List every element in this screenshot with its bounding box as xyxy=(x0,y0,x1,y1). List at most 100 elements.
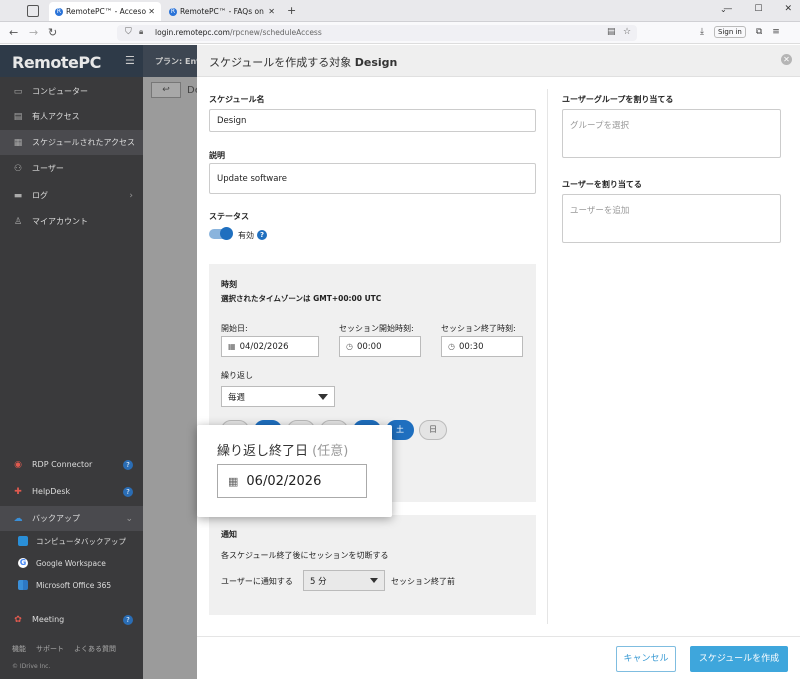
sidebar-header: RemotePC ☰ xyxy=(0,45,143,77)
url-text[interactable]: login.remotepc.com/rpcnew/scheduleAccess xyxy=(155,28,322,37)
panel-header: スケジュールを作成する対象 Design ✕ xyxy=(197,45,800,77)
tab-list-icon[interactable] xyxy=(27,5,39,17)
google-icon: G xyxy=(18,558,28,568)
sidebar-item-users[interactable]: ⚇ ユーザー xyxy=(0,156,143,181)
notify-suffix: セッション終了前 xyxy=(391,577,455,586)
reader-view-icon[interactable]: ▤ xyxy=(607,27,616,37)
close-window-icon[interactable]: ✕ xyxy=(784,4,792,14)
sidebar-item-label: バックアップ xyxy=(32,514,80,523)
create-schedule-panel: スケジュールを作成する対象 Design ✕ スケジュール名 Design 説明… xyxy=(197,45,800,679)
sidebar-sub-office-365[interactable]: Microsoft Office 365 xyxy=(0,574,143,596)
sidebar-item-label: コンピュータバックアップ xyxy=(36,536,126,546)
close-icon[interactable]: ✕ xyxy=(781,54,792,65)
sidebar-item-label: Microsoft Office 365 xyxy=(36,580,112,590)
meeting-icon: ✿ xyxy=(14,614,22,625)
close-icon[interactable]: ✕ xyxy=(148,7,155,16)
footer-link-features[interactable]: 機能 xyxy=(12,644,26,654)
bookmark-star-icon[interactable]: ☆ xyxy=(623,27,631,37)
sidebar-sub-google-workspace[interactable]: G Google Workspace xyxy=(0,552,143,574)
sidebar: RemotePC ☰ ▭ コンピューター ▤ 有人アクセス ▦ スケジュールされ… xyxy=(0,45,143,679)
sidebar-item-label: ログ xyxy=(32,191,48,200)
footer-link-faq[interactable]: よくある質問 xyxy=(74,644,116,654)
account-icon: ♙ xyxy=(13,216,23,227)
notify-minutes-select[interactable]: 5 分 xyxy=(303,570,385,591)
start-date-label: 開始日: xyxy=(221,324,248,333)
maximize-icon[interactable]: ☐ xyxy=(754,4,762,14)
help-icon[interactable]: ? xyxy=(123,614,133,625)
monitor-icon: ▭ xyxy=(13,86,23,97)
forward-arrow-icon[interactable]: → xyxy=(29,26,38,39)
sidebar-item-meeting[interactable]: ✿ Meeting ? xyxy=(0,607,143,632)
session-end-input[interactable]: ◷ 00:30 xyxy=(441,336,523,357)
url-bar[interactable]: ⛉ 🔒︎ login.remotepc.com/rpcnew/scheduleA… xyxy=(117,25,637,41)
lock-icon[interactable]: 🔒︎ xyxy=(139,27,143,37)
status-toggle[interactable] xyxy=(209,227,233,240)
close-icon[interactable]: ✕ xyxy=(268,7,275,16)
back-button[interactable]: ↩ xyxy=(151,82,181,98)
start-date-input[interactable]: ▦ 04/02/2026 xyxy=(221,336,319,357)
shield-icon[interactable]: ⛉ xyxy=(125,27,132,37)
notify-user-label: ユーザーに通知する xyxy=(221,577,293,586)
sidebar-item-label: Meeting xyxy=(32,615,65,624)
browser-tab-inactive[interactable]: R RemotePC™ - FAQs on Remote ✕ xyxy=(163,2,281,21)
extensions-icon[interactable]: ⧉ xyxy=(756,27,762,37)
description-input[interactable]: Update software xyxy=(209,163,536,194)
panel-title: スケジュールを作成する対象 Design xyxy=(209,56,398,69)
cancel-button[interactable]: キャンセル xyxy=(616,646,676,672)
remotepc-favicon-icon: R xyxy=(169,7,177,16)
sidebar-item-label: Google Workspace xyxy=(36,558,106,568)
calendar-clock-icon: ▦ xyxy=(13,137,23,148)
remotepc-favicon-icon: R xyxy=(55,7,63,16)
footer-link-support[interactable]: サポート xyxy=(36,644,64,654)
sidebar-item-helpdesk[interactable]: ✚ HelpDesk ? xyxy=(0,479,143,504)
toolbar-right: ⤓ Sign in ⧉ ≡ xyxy=(700,26,780,38)
menu-icon[interactable]: ≡ xyxy=(772,27,780,37)
session-start-input[interactable]: ◷ 00:00 xyxy=(339,336,421,357)
repeat-end-date-input[interactable]: ▦ 06/02/2026 xyxy=(217,464,367,498)
repeat-end-date-label: 繰り返し終了日 (任意) xyxy=(217,444,349,459)
notification-description: 各スケジュール終了後にセッションを切断する xyxy=(221,551,389,560)
new-tab-icon[interactable]: + xyxy=(287,4,296,17)
calendar-icon: ▦ xyxy=(228,342,236,351)
day-toggle-sunday[interactable]: 日 xyxy=(419,420,447,440)
sidebar-item-logs[interactable]: ▬ ログ › xyxy=(0,183,143,208)
help-icon[interactable]: ? xyxy=(257,230,267,240)
notification-heading: 通知 xyxy=(221,530,237,539)
back-arrow-icon[interactable]: ← xyxy=(9,26,18,39)
assign-user-label: ユーザーを割り当てる xyxy=(562,180,642,189)
sidebar-item-computers[interactable]: ▭ コンピューター xyxy=(0,79,143,104)
time-heading: 時刻 xyxy=(221,280,237,289)
chevron-down-icon[interactable]: ⌄ xyxy=(125,514,133,524)
sidebar-item-backup[interactable]: ☁ バックアップ ⌄ xyxy=(0,506,143,531)
sidebar-sub-computer-backup[interactable]: コンピュータバックアップ xyxy=(0,530,143,552)
hamburger-menu-icon[interactable]: ☰ xyxy=(125,54,135,67)
remotepc-logo[interactable]: RemotePC xyxy=(12,53,101,72)
browser-tab-active[interactable]: R RemotePC™ - Acceso programa ✕ xyxy=(49,2,161,21)
repeat-label: 繰り返し xyxy=(221,371,253,380)
help-icon[interactable]: ? xyxy=(123,459,133,470)
minimize-icon[interactable]: — xyxy=(723,4,732,14)
sidebar-item-my-account[interactable]: ♙ マイアカウント xyxy=(0,209,143,234)
session-end-label: セッション終了時刻: xyxy=(441,324,516,333)
logs-icon: ▬ xyxy=(13,190,23,201)
sidebar-item-scheduled-access[interactable]: ▦ スケジュールされたアクセス xyxy=(0,130,143,155)
sign-in-button[interactable]: Sign in xyxy=(713,26,746,38)
repeat-select[interactable]: 毎週 xyxy=(221,386,335,407)
sidebar-item-label: マイアカウント xyxy=(32,217,88,226)
create-schedule-button[interactable]: スケジュールを作成 xyxy=(690,646,788,672)
browser-nav-bar: ← → ↻ ⛉ 🔒︎ login.remotepc.com/rpcnew/sch… xyxy=(0,22,800,44)
copyright: © IDrive Inc. xyxy=(12,663,51,670)
tab-label: RemotePC™ - FAQs on Remote xyxy=(180,7,266,16)
schedule-name-input[interactable]: Design xyxy=(209,109,536,132)
chevron-right-icon[interactable]: › xyxy=(129,191,133,201)
user-group-select[interactable]: グループを選択 xyxy=(562,109,781,158)
reload-icon[interactable]: ↻ xyxy=(48,26,57,39)
sidebar-item-attended-access[interactable]: ▤ 有人アクセス xyxy=(0,104,143,129)
toggle-knob xyxy=(220,227,233,240)
clock-icon: ◷ xyxy=(346,342,353,351)
assign-user-input[interactable]: ユーザーを追加 xyxy=(562,194,781,243)
sidebar-item-rdp-connector[interactable]: ◉ RDP Connector ? xyxy=(0,452,143,477)
app: RemotePC ☰ ▭ コンピューター ▤ 有人アクセス ▦ スケジュールされ… xyxy=(0,45,800,679)
download-icon[interactable]: ⤓ xyxy=(700,27,704,37)
help-icon[interactable]: ? xyxy=(123,486,133,497)
